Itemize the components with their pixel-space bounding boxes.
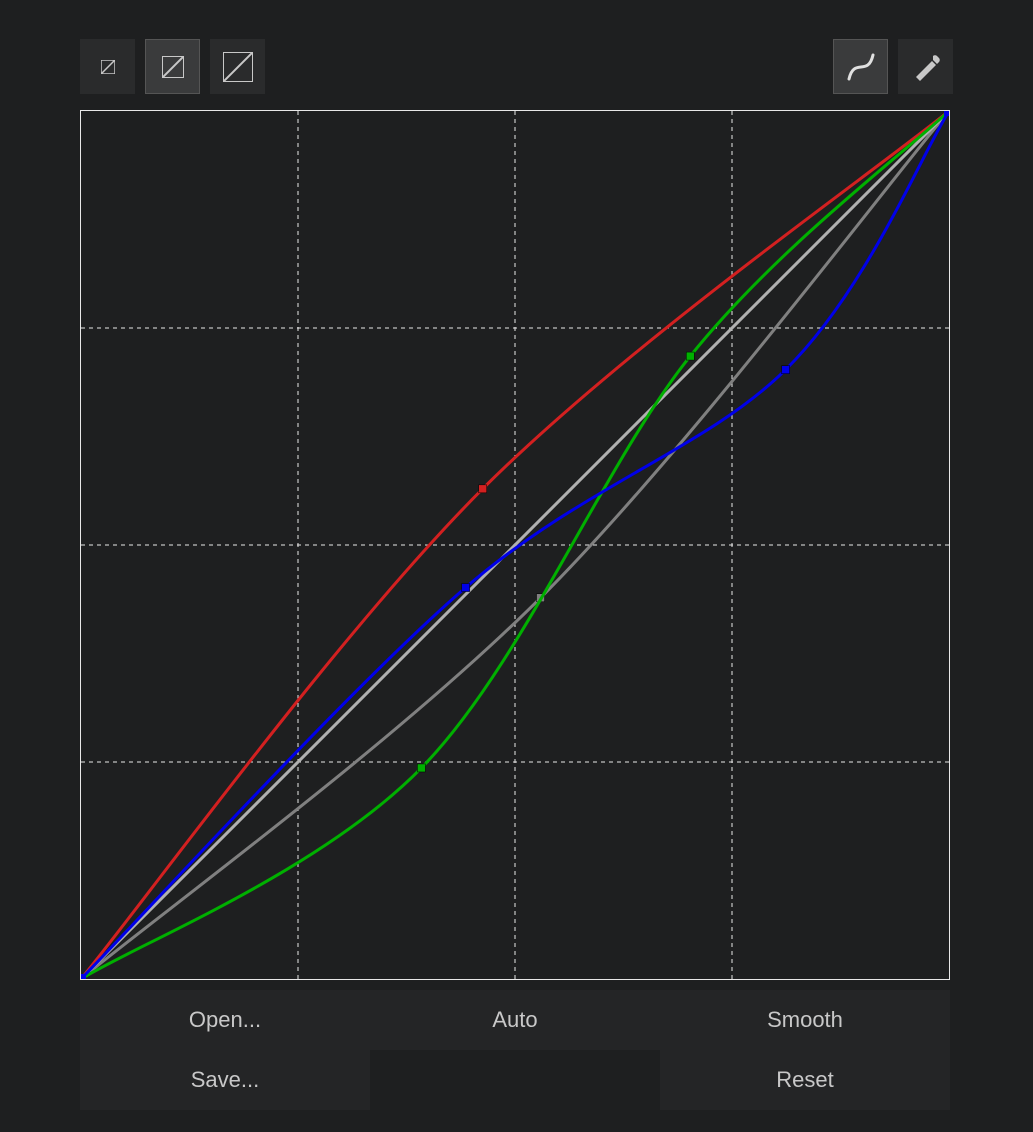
curve-view-large-icon: [223, 52, 253, 82]
save-button[interactable]: Save...: [80, 1050, 370, 1110]
curve-mode-toolbar: [833, 39, 953, 94]
pencil-icon: [912, 53, 940, 81]
smooth-button[interactable]: Smooth: [660, 990, 950, 1050]
curve-view-medium-icon: [162, 56, 184, 78]
blank-cell: [370, 1050, 660, 1110]
curve-view-small-button[interactable]: [80, 39, 135, 94]
curve-view-large-button[interactable]: [210, 39, 265, 94]
auto-button[interactable]: Auto: [370, 990, 660, 1050]
curve-buttons-grid: Open... Auto Smooth Save... Reset: [80, 990, 950, 1110]
curve-view-small-icon: [101, 60, 115, 74]
reset-button[interactable]: Reset: [660, 1050, 950, 1110]
open-button[interactable]: Open...: [80, 990, 370, 1050]
tone-curve-panel: Open... Auto Smooth Save... Reset: [0, 0, 1033, 1132]
curve-canvas[interactable]: [80, 110, 950, 980]
curve-mode-icon: [846, 52, 876, 82]
draw-mode-button[interactable]: [898, 39, 953, 94]
curve-view-medium-button[interactable]: [145, 39, 200, 94]
curve-mode-button[interactable]: [833, 39, 888, 94]
curve-plot: [81, 111, 949, 979]
view-size-toolbar: [80, 39, 265, 94]
